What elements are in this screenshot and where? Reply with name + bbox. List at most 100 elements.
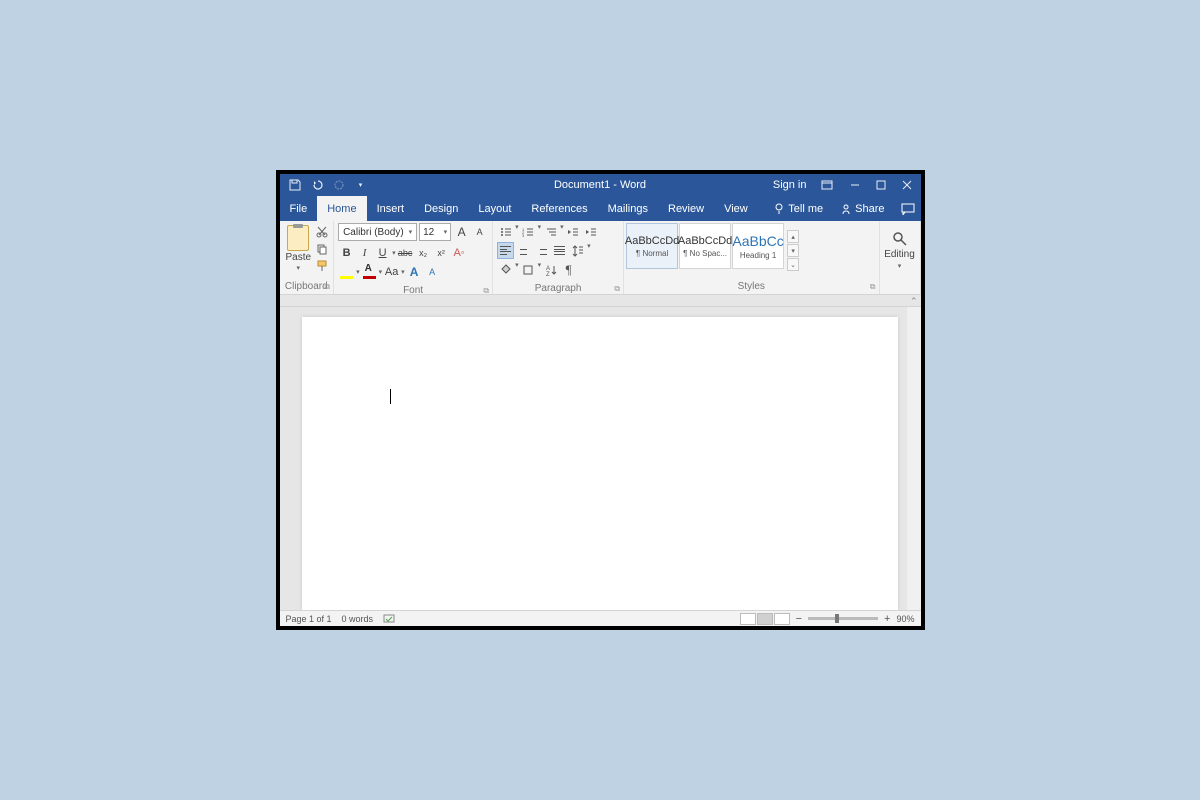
page-count[interactable]: Page 1 of 1 (286, 614, 332, 624)
highlight-dropdown-icon[interactable]: ▾ (356, 268, 360, 276)
zoom-slider[interactable] (808, 617, 878, 620)
redo-icon[interactable] (332, 178, 346, 192)
styles-up-icon[interactable]: ▴ (787, 230, 799, 243)
find-icon[interactable] (892, 231, 908, 247)
word-count[interactable]: 0 words (342, 614, 374, 624)
tab-layout[interactable]: Layout (468, 196, 521, 221)
tab-file[interactable]: File (280, 196, 318, 221)
share-label: Share (855, 203, 884, 215)
sign-in-link[interactable]: Sign in (773, 179, 807, 191)
document-page[interactable] (302, 317, 898, 610)
spellcheck-icon[interactable] (383, 614, 397, 624)
text-effects-button[interactable]: A (406, 263, 423, 280)
clear-formatting-button[interactable]: A◦ (451, 244, 468, 261)
show-hide-button[interactable]: ¶ (560, 261, 577, 278)
bullets-button[interactable] (497, 223, 514, 240)
editing-label: Editing (884, 249, 915, 260)
tab-mailings[interactable]: Mailings (598, 196, 658, 221)
styles-more-icon[interactable]: ⌄ (787, 258, 799, 271)
justify-button[interactable] (551, 242, 568, 259)
increase-indent-button[interactable] (583, 223, 600, 240)
sort-button[interactable]: AZ (542, 261, 559, 278)
styles-group-label: Styles⧉ (624, 280, 878, 294)
font-color-button[interactable] (361, 263, 378, 280)
tab-insert[interactable]: Insert (367, 196, 415, 221)
numbering-dropdown-icon[interactable]: ▾ (538, 223, 542, 240)
minimize-icon[interactable] (847, 177, 863, 193)
paste-dropdown-icon[interactable]: ▾ (297, 264, 301, 272)
borders-dropdown-icon[interactable]: ▾ (538, 261, 542, 278)
font-name-combo[interactable]: Calibri (Body)▾ (338, 223, 417, 241)
line-spacing-button[interactable] (569, 242, 586, 259)
italic-button[interactable]: I (356, 244, 373, 261)
save-icon[interactable] (288, 178, 302, 192)
underline-button[interactable]: U (374, 244, 391, 261)
decrease-indent-button[interactable] (565, 223, 582, 240)
tell-me-search[interactable]: Tell me (766, 203, 831, 215)
copy-icon[interactable] (315, 242, 329, 256)
style-heading1[interactable]: AaBbCc Heading 1 (732, 223, 784, 269)
align-left-button[interactable] (497, 242, 514, 259)
text-effects-small-button[interactable]: A (424, 263, 441, 280)
editing-dropdown-icon[interactable]: ▾ (898, 262, 902, 270)
zoom-level[interactable]: 90% (896, 614, 914, 624)
multilevel-list-button[interactable] (542, 223, 559, 240)
read-mode-button[interactable] (740, 613, 756, 625)
zoom-out-icon[interactable]: − (796, 613, 802, 625)
quick-access-toolbar: ▾ (280, 178, 368, 192)
styles-down-icon[interactable]: ▾ (787, 244, 799, 257)
font-color-dropdown-icon[interactable]: ▾ (379, 268, 383, 276)
strikethrough-button[interactable]: abc (397, 244, 414, 261)
spacing-dropdown-icon[interactable]: ▾ (587, 242, 591, 259)
clipboard-launcher-icon[interactable]: ⧉ (324, 282, 330, 292)
document-area (280, 307, 921, 610)
group-clipboard: Paste ▾ Clipboard⧉ (280, 221, 335, 294)
shading-button[interactable] (497, 261, 514, 278)
vertical-scrollbar[interactable] (907, 307, 921, 610)
tab-view[interactable]: View (714, 196, 758, 221)
ribbon-options-icon[interactable] (819, 177, 835, 193)
tab-references[interactable]: References (521, 196, 597, 221)
borders-button[interactable] (520, 261, 537, 278)
maximize-icon[interactable] (873, 177, 889, 193)
share-button[interactable]: Share (833, 203, 892, 215)
person-icon (841, 204, 851, 214)
bullets-dropdown-icon[interactable]: ▾ (515, 223, 519, 240)
case-dropdown-icon[interactable]: ▾ (401, 268, 405, 276)
format-painter-icon[interactable] (315, 259, 329, 273)
tab-design[interactable]: Design (414, 196, 468, 221)
tab-home[interactable]: Home (317, 196, 366, 221)
styles-launcher-icon[interactable]: ⧉ (870, 282, 876, 292)
style-normal[interactable]: AaBbCcDd ¶ Normal (626, 223, 678, 269)
print-layout-button[interactable] (757, 613, 773, 625)
paste-button[interactable]: Paste ▾ (284, 223, 314, 274)
zoom-in-icon[interactable]: + (884, 613, 890, 625)
shading-dropdown-icon[interactable]: ▾ (515, 261, 519, 278)
paragraph-launcher-icon[interactable]: ⧉ (614, 284, 620, 294)
shrink-font-button[interactable]: A (471, 223, 488, 240)
font-size-combo[interactable]: 12▾ (419, 223, 451, 241)
title-bar: ▾ Document1 - Word Sign in (280, 174, 921, 196)
highlight-button[interactable] (338, 263, 355, 280)
align-center-button[interactable] (515, 242, 532, 259)
change-case-button[interactable]: Aa (383, 263, 400, 280)
subscript-button[interactable]: x₂ (415, 244, 432, 261)
bold-button[interactable]: B (338, 244, 355, 261)
collapse-ribbon-icon[interactable]: ⌃ (910, 296, 918, 307)
comments-icon[interactable] (895, 203, 921, 215)
superscript-button[interactable]: x² (433, 244, 450, 261)
underline-dropdown-icon[interactable]: ▾ (392, 249, 396, 257)
style-no-spacing[interactable]: AaBbCcDd ¶ No Spac... (679, 223, 731, 269)
web-layout-button[interactable] (774, 613, 790, 625)
qat-dropdown-icon[interactable]: ▾ (354, 178, 368, 192)
align-right-button[interactable] (533, 242, 550, 259)
numbering-button[interactable]: 123 (520, 223, 537, 240)
status-bar: Page 1 of 1 0 words − + 90% (280, 610, 921, 626)
undo-icon[interactable] (310, 178, 324, 192)
grow-font-button[interactable]: A (453, 223, 470, 240)
close-icon[interactable] (899, 177, 915, 193)
multilevel-dropdown-icon[interactable]: ▾ (560, 223, 564, 240)
tab-review[interactable]: Review (658, 196, 714, 221)
cut-icon[interactable] (315, 225, 329, 239)
ribbon: Paste ▾ Clipboard⧉ Calibri (Body)▾ 12▾ A (280, 221, 921, 295)
